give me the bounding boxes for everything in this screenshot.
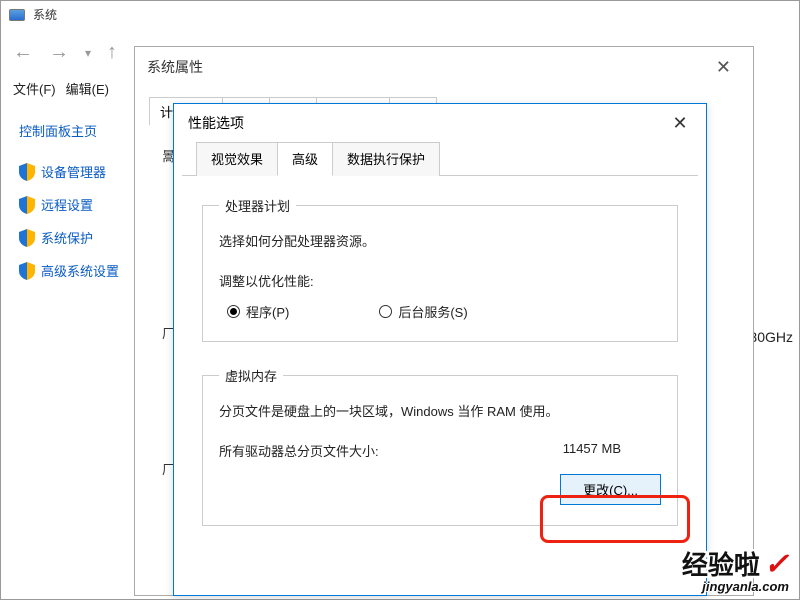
sidebar: 控制面板主页 设备管理器 远程设置 系统保护 高级系统设置 xyxy=(19,121,134,294)
nav-arrows: ← → ▾ ↑ xyxy=(13,41,117,64)
sidebar-item-label: 远程设置 xyxy=(41,195,93,214)
window-title-text: 系统 xyxy=(33,6,57,23)
vm-total-label: 所有驱动器总分页文件大小: xyxy=(219,441,379,460)
vm-desc: 分页文件是硬盘上的一块区域，Windows 当作 RAM 使用。 xyxy=(219,403,661,421)
shield-icon xyxy=(19,163,35,181)
window-title: 系统 xyxy=(9,6,57,23)
tab-advanced[interactable]: 高级 xyxy=(277,142,333,176)
vm-total-value: 11457 MB xyxy=(563,441,621,460)
tab-visual-effects[interactable]: 视觉效果 xyxy=(196,142,278,176)
sysprops-title: 系统属性 xyxy=(147,57,203,77)
virtual-memory-group: 虚拟内存 分页文件是硬盘上的一块区域，Windows 当作 RAM 使用。 所有… xyxy=(202,366,678,526)
radio-background-services[interactable]: 后台服务(S) xyxy=(379,302,467,321)
nav-dropdown-icon[interactable]: ▾ xyxy=(85,46,91,64)
sidebar-item-advanced[interactable]: 高级系统设置 xyxy=(19,261,134,280)
shield-icon xyxy=(19,229,35,247)
radio-icon xyxy=(227,305,240,318)
processor-legend: 处理器计划 xyxy=(219,196,296,215)
shield-icon xyxy=(19,262,35,280)
tab-dep[interactable]: 数据执行保护 xyxy=(332,142,440,176)
menu-file[interactable]: 文件(F) xyxy=(13,79,56,98)
sidebar-item-label: 高级系统设置 xyxy=(41,261,119,280)
sidebar-item-label: 系统保护 xyxy=(41,228,93,247)
processor-desc: 选择如何分配处理器资源。 xyxy=(219,233,661,251)
menu-bar: 文件(F) 编辑(E) xyxy=(13,79,109,98)
radio-programs[interactable]: 程序(P) xyxy=(227,302,289,321)
radio-services-label: 后台服务(S) xyxy=(398,302,467,321)
sidebar-item-remote[interactable]: 远程设置 xyxy=(19,195,134,214)
change-button[interactable]: 更改(C)... xyxy=(560,474,661,505)
menu-edit[interactable]: 编辑(E) xyxy=(66,79,109,98)
sidebar-item-label: 设备管理器 xyxy=(41,162,106,181)
close-icon[interactable]: ✕ xyxy=(706,53,741,82)
watermark-url: jingyanla.com xyxy=(682,580,789,593)
sidebar-item-protection[interactable]: 系统保护 xyxy=(19,228,134,247)
nav-forward-icon[interactable]: → xyxy=(49,41,69,64)
check-icon: ✓ xyxy=(764,548,789,581)
sidebar-home[interactable]: 控制面板主页 xyxy=(19,121,134,140)
radio-icon xyxy=(379,305,392,318)
nav-back-icon[interactable]: ← xyxy=(13,41,33,64)
close-icon[interactable]: ✕ xyxy=(658,108,702,138)
radio-programs-label: 程序(P) xyxy=(246,302,289,321)
shield-icon xyxy=(19,196,35,214)
sidebar-item-device-manager[interactable]: 设备管理器 xyxy=(19,162,134,181)
perf-title: 性能选项 xyxy=(188,113,244,133)
vm-legend: 虚拟内存 xyxy=(219,366,283,385)
performance-options-dialog: 性能选项 ✕ 视觉效果 高级 数据执行保护 处理器计划 选择如何分配处理器资源。… xyxy=(173,103,707,596)
perf-tabs: 视觉效果 高级 数据执行保护 xyxy=(182,142,698,176)
watermark-brand: 经验啦 xyxy=(682,550,760,580)
processor-scheduling-group: 处理器计划 选择如何分配处理器资源。 调整以优化性能: 程序(P) 后台服务(S… xyxy=(202,196,678,342)
adjust-label: 调整以优化性能: xyxy=(219,271,661,290)
computer-icon xyxy=(9,9,25,21)
watermark: 经验啦✓ jingyanla.com xyxy=(682,550,789,593)
nav-up-icon[interactable]: ↑ xyxy=(107,41,117,64)
